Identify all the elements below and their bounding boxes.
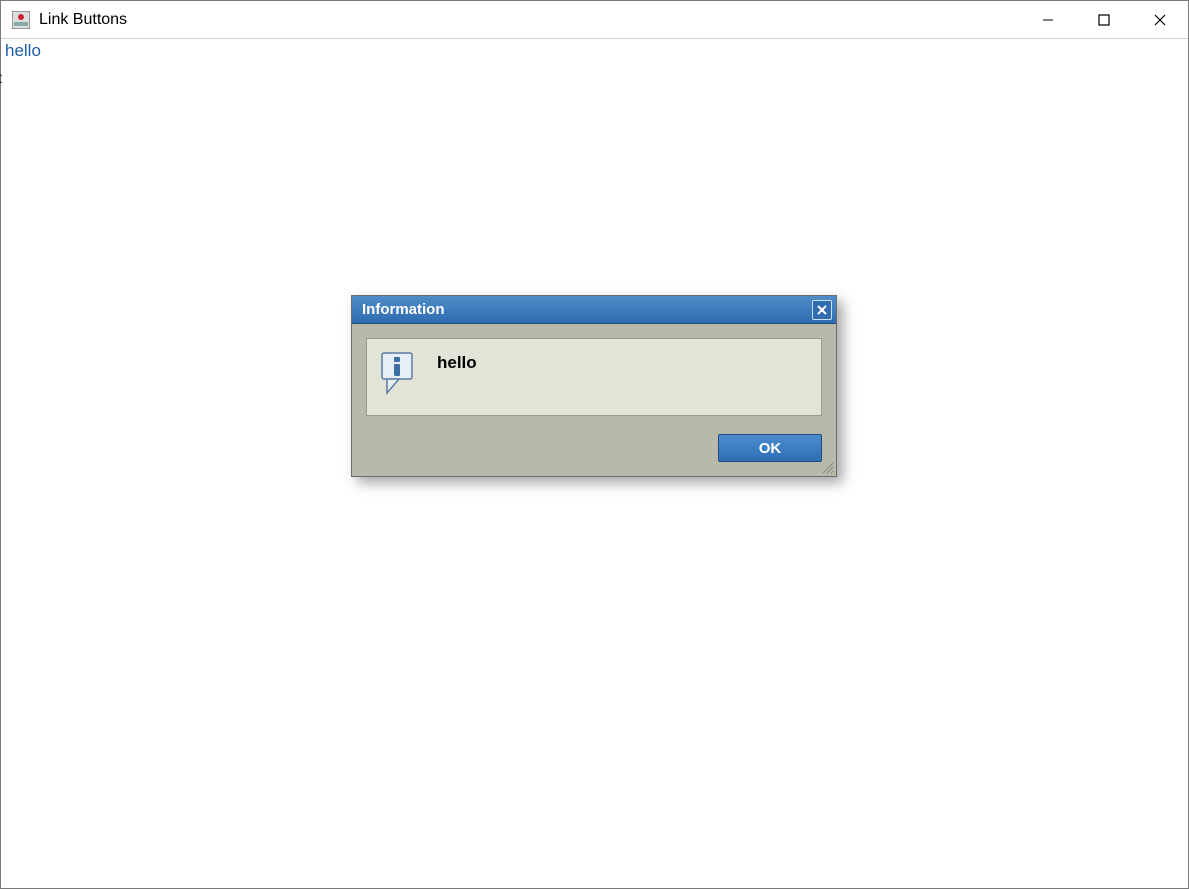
resize-grip[interactable] — [820, 460, 834, 474]
client-area: hello t Information — [1, 39, 1188, 888]
edge-text-fragment: t — [0, 71, 2, 86]
dialog-titlebar[interactable]: Information — [352, 296, 836, 324]
dialog-button-row: OK — [352, 426, 836, 476]
app-icon — [11, 10, 31, 30]
window-title: Link Buttons — [39, 11, 127, 29]
dialog-close-button[interactable] — [812, 300, 832, 320]
dialog-title: Information — [362, 301, 812, 318]
message-panel: hello — [366, 338, 822, 416]
maximize-button[interactable] — [1076, 1, 1132, 39]
dialog-message: hello — [437, 349, 477, 373]
close-icon — [816, 304, 828, 316]
minimize-button[interactable] — [1020, 1, 1076, 39]
hello-link[interactable]: hello — [5, 41, 41, 61]
main-window: Link Buttons hello t Information — [0, 0, 1189, 889]
dialog-body: hello — [352, 324, 836, 426]
close-button[interactable] — [1132, 1, 1188, 39]
information-dialog: Information — [351, 295, 837, 477]
info-icon — [379, 351, 419, 402]
titlebar[interactable]: Link Buttons — [1, 1, 1188, 39]
ok-button[interactable]: OK — [718, 434, 822, 462]
